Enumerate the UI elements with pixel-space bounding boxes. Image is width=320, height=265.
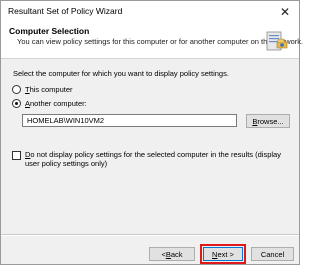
do-not-display-option[interactable]: Do not display policy settings for the s… <box>12 150 292 168</box>
select-computer-prompt: Select the computer for which you want t… <box>13 69 229 78</box>
wizard-window: Resultant Set of Policy Wizard ✕ Compute… <box>0 0 304 265</box>
title-bar: Resultant Set of Policy Wizard ✕ <box>1 1 299 23</box>
this-computer-option[interactable]: This computer <box>12 85 73 94</box>
another-computer-option[interactable]: Another computer: <box>12 99 87 108</box>
wizard-header: Computer Selection You can view policy s… <box>1 23 304 59</box>
do-not-display-checkbox[interactable] <box>12 151 21 160</box>
cancel-button[interactable]: Cancel <box>251 247 294 261</box>
back-button[interactable]: < Back <box>149 247 195 261</box>
another-computer-radio[interactable] <box>12 99 21 108</box>
browse-button[interactable]: Browse... <box>246 114 290 128</box>
this-computer-label: This computer <box>25 85 73 94</box>
footer-separator <box>1 234 299 236</box>
do-not-display-label: Do not display policy settings for the s… <box>25 150 281 168</box>
this-computer-radio[interactable] <box>12 85 21 94</box>
close-button[interactable]: ✕ <box>271 1 299 23</box>
policy-wizard-icon <box>266 31 288 51</box>
computer-name-input[interactable]: HOMELAB\WIN10VM2 <box>22 114 237 127</box>
page-description: You can view policy settings for this co… <box>17 37 304 46</box>
another-computer-label: Another computer: <box>25 99 87 108</box>
window-title: Resultant Set of Policy Wizard <box>8 6 123 16</box>
page-title: Computer Selection <box>9 26 90 36</box>
next-button[interactable]: Next > <box>203 247 243 261</box>
